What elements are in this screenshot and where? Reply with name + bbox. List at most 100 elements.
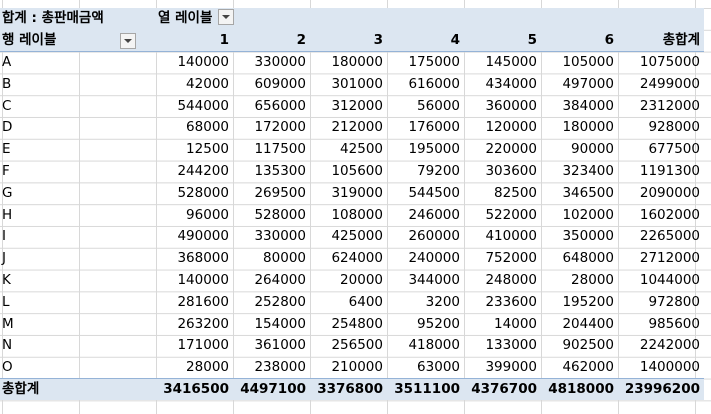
row-total-cell[interactable]: 2312000 <box>618 95 704 117</box>
value-cell[interactable]: 154000 <box>233 313 310 335</box>
grand-total-cell[interactable]: 4497100 <box>233 378 310 401</box>
value-cell[interactable]: 434000 <box>464 73 541 95</box>
value-cell[interactable]: 361000 <box>233 335 310 357</box>
value-cell[interactable]: 399000 <box>464 357 541 379</box>
row-label-cell[interactable]: I <box>0 226 156 248</box>
column-header-4[interactable]: 4 <box>387 29 464 53</box>
value-cell[interactable]: 323400 <box>541 161 618 183</box>
value-cell[interactable]: 616000 <box>387 73 464 95</box>
value-cell[interactable]: 544000 <box>156 95 233 117</box>
row-total-cell[interactable]: 2265000 <box>618 226 704 248</box>
value-cell[interactable]: 544500 <box>387 182 464 204</box>
value-cell[interactable]: 418000 <box>387 335 464 357</box>
column-labels-filter-dropdown-icon[interactable] <box>218 9 235 26</box>
value-cell[interactable]: 609000 <box>233 73 310 95</box>
value-cell[interactable]: 172000 <box>233 117 310 139</box>
grand-total-cell[interactable]: 4376700 <box>464 378 541 401</box>
column-header-2[interactable]: 2 <box>233 29 310 53</box>
value-cell[interactable]: 117500 <box>233 139 310 161</box>
grand-total-row-label[interactable]: 총합계 <box>0 378 156 401</box>
value-cell[interactable]: 656000 <box>233 95 310 117</box>
value-cell[interactable]: 624000 <box>310 248 387 270</box>
value-cell[interactable]: 410000 <box>464 226 541 248</box>
row-total-cell[interactable]: 1191300 <box>618 161 704 183</box>
value-cell[interactable]: 12500 <box>156 139 233 161</box>
row-total-cell[interactable]: 985600 <box>618 313 704 335</box>
value-cell[interactable]: 102000 <box>541 204 618 226</box>
value-cell[interactable]: 462000 <box>541 357 618 379</box>
value-cell[interactable]: 210000 <box>310 357 387 379</box>
value-cell[interactable]: 360000 <box>464 95 541 117</box>
value-cell[interactable]: 344000 <box>387 270 464 292</box>
value-cell[interactable]: 140000 <box>156 270 233 292</box>
row-label-cell[interactable]: A <box>0 52 156 74</box>
grand-total-all-cell[interactable]: 23996200 <box>618 378 704 401</box>
value-cell[interactable]: 248000 <box>464 270 541 292</box>
row-total-cell[interactable]: 2242000 <box>618 335 704 357</box>
value-cell[interactable]: 95200 <box>387 313 464 335</box>
value-cell[interactable]: 180000 <box>310 52 387 74</box>
value-cell[interactable]: 195000 <box>387 139 464 161</box>
row-total-cell[interactable]: 2499000 <box>618 73 704 95</box>
row-label-cell[interactable]: F <box>0 161 156 183</box>
value-cell[interactable]: 330000 <box>233 52 310 74</box>
value-cell[interactable]: 108000 <box>310 204 387 226</box>
value-cell[interactable]: 80000 <box>233 248 310 270</box>
value-cell[interactable]: 350000 <box>541 226 618 248</box>
value-cell[interactable]: 384000 <box>541 95 618 117</box>
row-total-cell[interactable]: 928000 <box>618 117 704 139</box>
value-cell[interactable]: 82500 <box>464 182 541 204</box>
value-cell[interactable]: 233600 <box>464 291 541 313</box>
grand-total-column-header[interactable]: 총합계 <box>618 29 704 53</box>
value-cell[interactable]: 648000 <box>541 248 618 270</box>
value-cell[interactable]: 133000 <box>464 335 541 357</box>
value-cell[interactable]: 497000 <box>541 73 618 95</box>
value-cell[interactable]: 368000 <box>156 248 233 270</box>
value-cell[interactable]: 68000 <box>156 117 233 139</box>
value-cell[interactable]: 28000 <box>541 270 618 292</box>
row-label-cell[interactable]: B <box>0 73 156 95</box>
value-cell[interactable]: 212000 <box>310 117 387 139</box>
value-cell[interactable]: 490000 <box>156 226 233 248</box>
value-cell[interactable]: 175000 <box>387 52 464 74</box>
value-cell[interactable]: 425000 <box>310 226 387 248</box>
row-total-cell[interactable]: 677500 <box>618 139 704 161</box>
row-total-cell[interactable]: 1075000 <box>618 52 704 74</box>
row-total-cell[interactable]: 2712000 <box>618 248 704 270</box>
value-field-header[interactable]: 합계 : 총판매금액 <box>0 8 156 30</box>
row-label-cell[interactable]: C <box>0 95 156 117</box>
value-cell[interactable]: 256500 <box>310 335 387 357</box>
value-cell[interactable]: 522000 <box>464 204 541 226</box>
value-cell[interactable]: 105600 <box>310 161 387 183</box>
value-cell[interactable]: 902500 <box>541 335 618 357</box>
row-label-cell[interactable]: E <box>0 139 156 161</box>
value-cell[interactable]: 90000 <box>541 139 618 161</box>
value-cell[interactable]: 238000 <box>233 357 310 379</box>
row-label-cell[interactable]: K <box>0 270 156 292</box>
value-cell[interactable]: 303600 <box>464 161 541 183</box>
value-cell[interactable]: 105000 <box>541 52 618 74</box>
value-cell[interactable]: 6400 <box>310 291 387 313</box>
value-cell[interactable]: 301000 <box>310 73 387 95</box>
value-cell[interactable]: 252800 <box>233 291 310 313</box>
value-cell[interactable]: 20000 <box>310 270 387 292</box>
column-header-1[interactable]: 1 <box>156 29 233 53</box>
value-cell[interactable]: 195200 <box>541 291 618 313</box>
grand-total-cell[interactable]: 4818000 <box>541 378 618 401</box>
value-cell[interactable]: 244200 <box>156 161 233 183</box>
row-total-cell[interactable]: 1602000 <box>618 204 704 226</box>
column-header-6[interactable]: 6 <box>541 29 618 53</box>
value-cell[interactable]: 96000 <box>156 204 233 226</box>
row-labels-header-cell[interactable]: 행 레이블 <box>0 29 156 53</box>
value-cell[interactable]: 171000 <box>156 335 233 357</box>
value-cell[interactable]: 254800 <box>310 313 387 335</box>
value-cell[interactable]: 246000 <box>387 204 464 226</box>
column-labels-header-cell[interactable]: 열 레이블 <box>156 8 310 30</box>
row-label-cell[interactable]: N <box>0 335 156 357</box>
grand-total-cell[interactable]: 3376800 <box>310 378 387 401</box>
value-cell[interactable]: 240000 <box>387 248 464 270</box>
grand-total-cell[interactable]: 3416500 <box>156 378 233 401</box>
value-cell[interactable]: 319000 <box>310 182 387 204</box>
value-cell[interactable]: 330000 <box>233 226 310 248</box>
value-cell[interactable]: 63000 <box>387 357 464 379</box>
